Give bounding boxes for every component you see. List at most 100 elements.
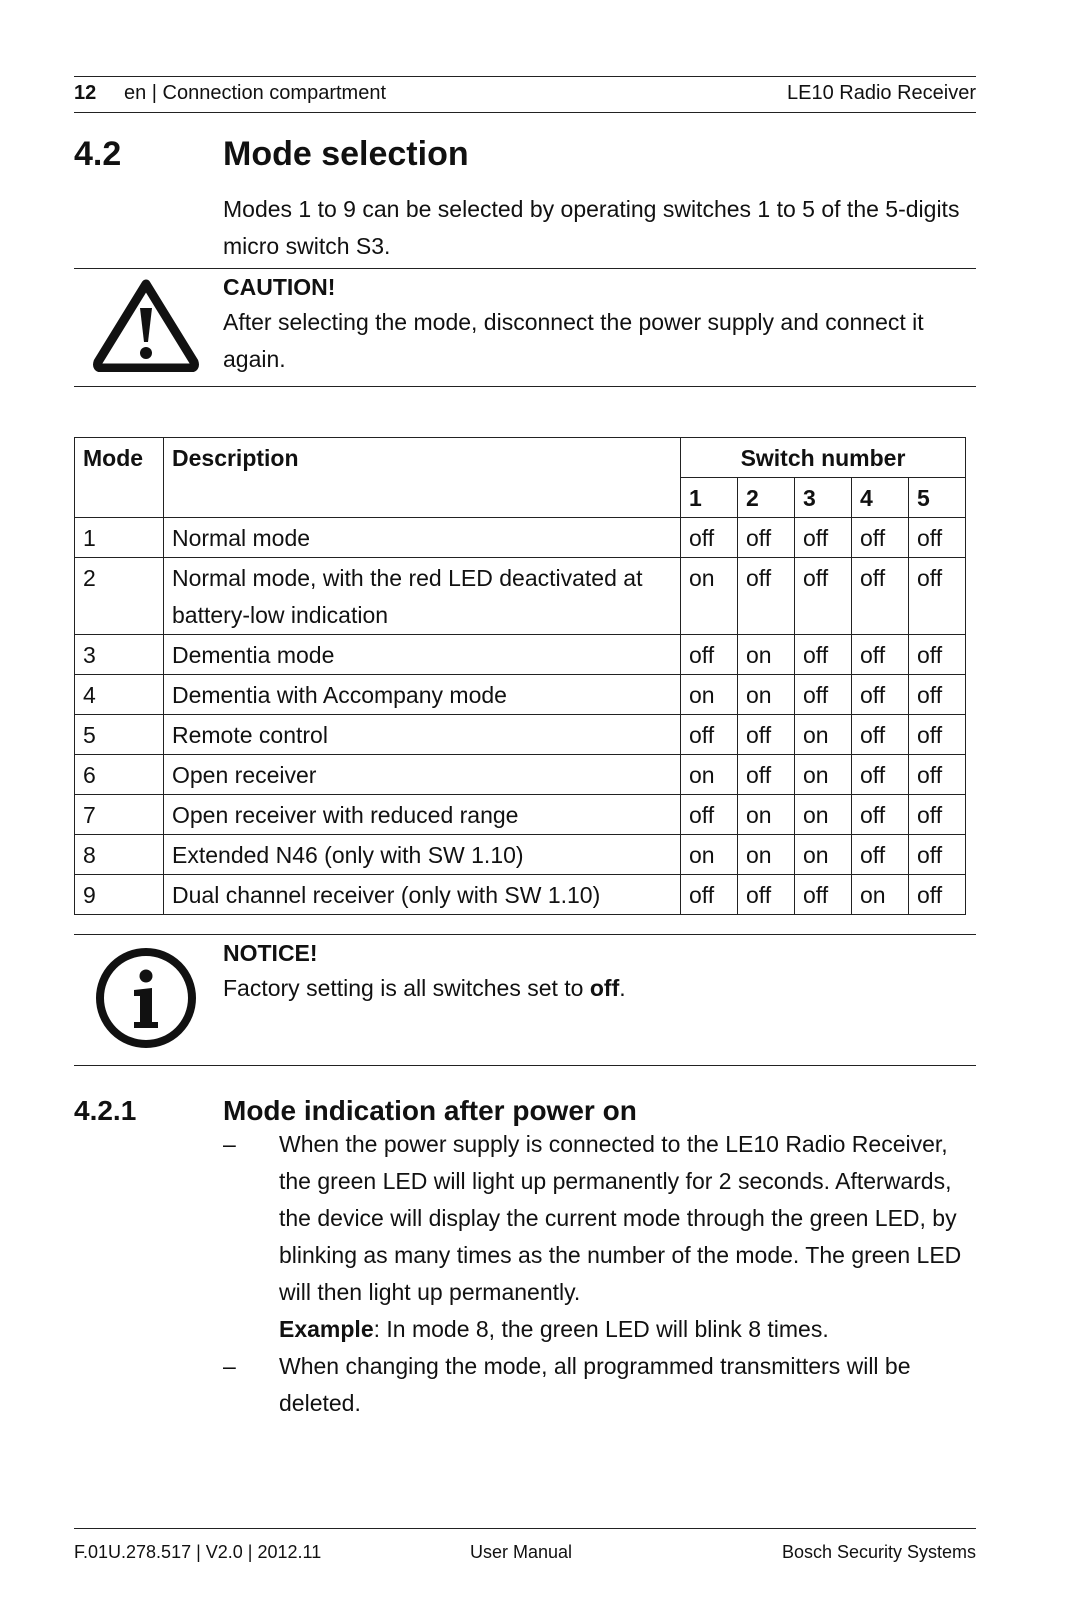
cell-description: Open receiver with reduced range xyxy=(163,794,681,835)
table-row: 8 Extended N46 (only with SW 1.10) on on on o… xyxy=(74,834,966,875)
cell-description: Normal mode, with the red LED deactivate… xyxy=(163,557,681,635)
cell-switch-2: off xyxy=(737,714,795,755)
cell-switch-1: off xyxy=(680,517,738,558)
cell-switch-4: on xyxy=(851,874,909,915)
table-row: 4 Dementia with Accompany mode on on off off o… xyxy=(74,674,966,715)
subsection-title: Mode indication after power on xyxy=(223,1095,637,1126)
table-row: 1 Normal mode off off off off off xyxy=(74,517,966,558)
cell-switch-4: off xyxy=(851,714,909,755)
example-label: Example xyxy=(279,1316,374,1342)
cell-switch-2: on xyxy=(737,634,795,675)
cell-switch-4: off xyxy=(851,557,909,635)
example-text: : In mode 8, the green LED will blink 8 … xyxy=(373,1316,829,1342)
bullet-dash: – xyxy=(223,1131,236,1157)
notice-title: NOTICE! xyxy=(223,940,318,966)
footer-doc-type: User Manual xyxy=(470,1542,573,1562)
cell-switch-1: on xyxy=(680,674,738,715)
header-mode: Mode xyxy=(74,437,164,518)
cell-switch-5: off xyxy=(908,834,966,875)
cell-switch-2: off xyxy=(737,517,795,558)
cell-switch-5: off xyxy=(908,674,966,715)
notice-top-rule xyxy=(74,934,976,935)
table-row: 3 Dementia mode off on off off off xyxy=(74,634,966,675)
list-item: – When changing the mode, all programmed… xyxy=(223,1348,983,1422)
header-section: en | Connection compartment xyxy=(124,82,387,104)
notice-text-bold: off xyxy=(589,975,620,1001)
cell-mode: 5 xyxy=(74,714,164,755)
caution-title: CAUTION! xyxy=(223,274,336,300)
cell-switch-5: off xyxy=(908,557,966,635)
subsection-list: – When the power supply is connected to … xyxy=(223,1126,983,1422)
cell-switch-4: off xyxy=(851,834,909,875)
cell-switch-4: off xyxy=(851,634,909,675)
header-switch-5: 5 xyxy=(908,477,966,518)
header-switch-number: Switch number xyxy=(680,437,966,478)
cell-mode: 3 xyxy=(74,634,164,675)
caution-text: After selecting the mode, disconnect the… xyxy=(223,309,924,372)
header-product: LE10 Radio Receiver xyxy=(787,82,976,104)
cell-switch-3: off xyxy=(794,674,852,715)
cell-switch-4: off xyxy=(851,754,909,795)
notice-bottom-rule xyxy=(74,1065,976,1066)
cell-description: Normal mode xyxy=(163,517,681,558)
cell-switch-1: on xyxy=(680,754,738,795)
footer-company: Bosch Security Systems xyxy=(781,1542,976,1562)
header-description: Description xyxy=(163,437,681,518)
table-row: 6 Open receiver on off on off off xyxy=(74,754,966,795)
cell-description: Dual channel receiver (only with SW 1.10… xyxy=(163,874,681,915)
cell-switch-1: off xyxy=(680,874,738,915)
list-item-text: When changing the mode, all programmed t… xyxy=(279,1353,911,1416)
cell-switch-3: off xyxy=(794,874,852,915)
cell-description: Extended N46 (only with SW 1.10) xyxy=(163,834,681,875)
cell-switch-3: off xyxy=(794,634,852,675)
header-bottom-rule xyxy=(74,112,976,113)
notice-text-main: Factory setting is all switches set to xyxy=(223,975,590,1001)
cell-switch-1: off xyxy=(680,794,738,835)
cell-description: Open receiver xyxy=(163,754,681,795)
caution-top-rule xyxy=(74,268,976,269)
section-title: Mode selection xyxy=(223,135,469,173)
cell-switch-5: off xyxy=(908,794,966,835)
mode-table: Mode Description Switch number 1 2 3 4 5… xyxy=(74,437,966,915)
cell-mode: 9 xyxy=(74,874,164,915)
cell-switch-3: off xyxy=(794,517,852,558)
cell-switch-1: off xyxy=(680,634,738,675)
cell-switch-5: off xyxy=(908,714,966,755)
footer-doc-id: F.01U.278.517 | V2.0 | 2012.11 xyxy=(74,1542,322,1562)
footer-rule xyxy=(74,1528,976,1529)
caution-bottom-rule xyxy=(74,386,976,387)
list-item: – When the power supply is connected to … xyxy=(223,1126,983,1348)
cell-switch-4: off xyxy=(851,794,909,835)
example-line: Example: In mode 8, the green LED will b… xyxy=(279,1311,983,1348)
notice-text-end: . xyxy=(619,975,626,1001)
section-number: 4.2 xyxy=(74,135,122,173)
cell-switch-2: on xyxy=(737,674,795,715)
subsection-number: 4.2.1 xyxy=(74,1095,137,1126)
cell-description: Dementia mode xyxy=(163,634,681,675)
cell-mode: 7 xyxy=(74,794,164,835)
cell-switch-4: off xyxy=(851,674,909,715)
page-number: 12 xyxy=(74,82,97,104)
table-row: 9 Dual channel receiver (only with SW 1.1… xyxy=(74,874,966,915)
section-intro: Modes 1 to 9 can be selected by operatin… xyxy=(223,196,960,259)
cell-mode: 2 xyxy=(74,557,164,635)
cell-switch-3: on xyxy=(794,834,852,875)
cell-switch-3: off xyxy=(794,557,852,635)
bullet-dash: – xyxy=(223,1353,236,1379)
cell-switch-2: off xyxy=(737,557,795,635)
warning-triangle-icon xyxy=(93,279,199,372)
notice-text: Factory setting is all switches set to o… xyxy=(223,970,963,1007)
cell-switch-2: on xyxy=(737,794,795,835)
cell-switch-2: on xyxy=(737,834,795,875)
cell-mode: 4 xyxy=(74,674,164,715)
table-row: 7 Open receiver with reduced range off on on… xyxy=(74,794,966,835)
header-switch-2: 2 xyxy=(737,477,795,518)
header-switch-3: 3 xyxy=(794,477,852,518)
table-row: 2 Normal mode, with the red LED deactivat… xyxy=(74,557,966,635)
info-icon xyxy=(96,948,196,1048)
header-switch-1: 1 xyxy=(680,477,738,518)
cell-switch-1: off xyxy=(680,714,738,755)
cell-mode: 1 xyxy=(74,517,164,558)
cell-switch-4: off xyxy=(851,517,909,558)
cell-switch-3: on xyxy=(794,714,852,755)
